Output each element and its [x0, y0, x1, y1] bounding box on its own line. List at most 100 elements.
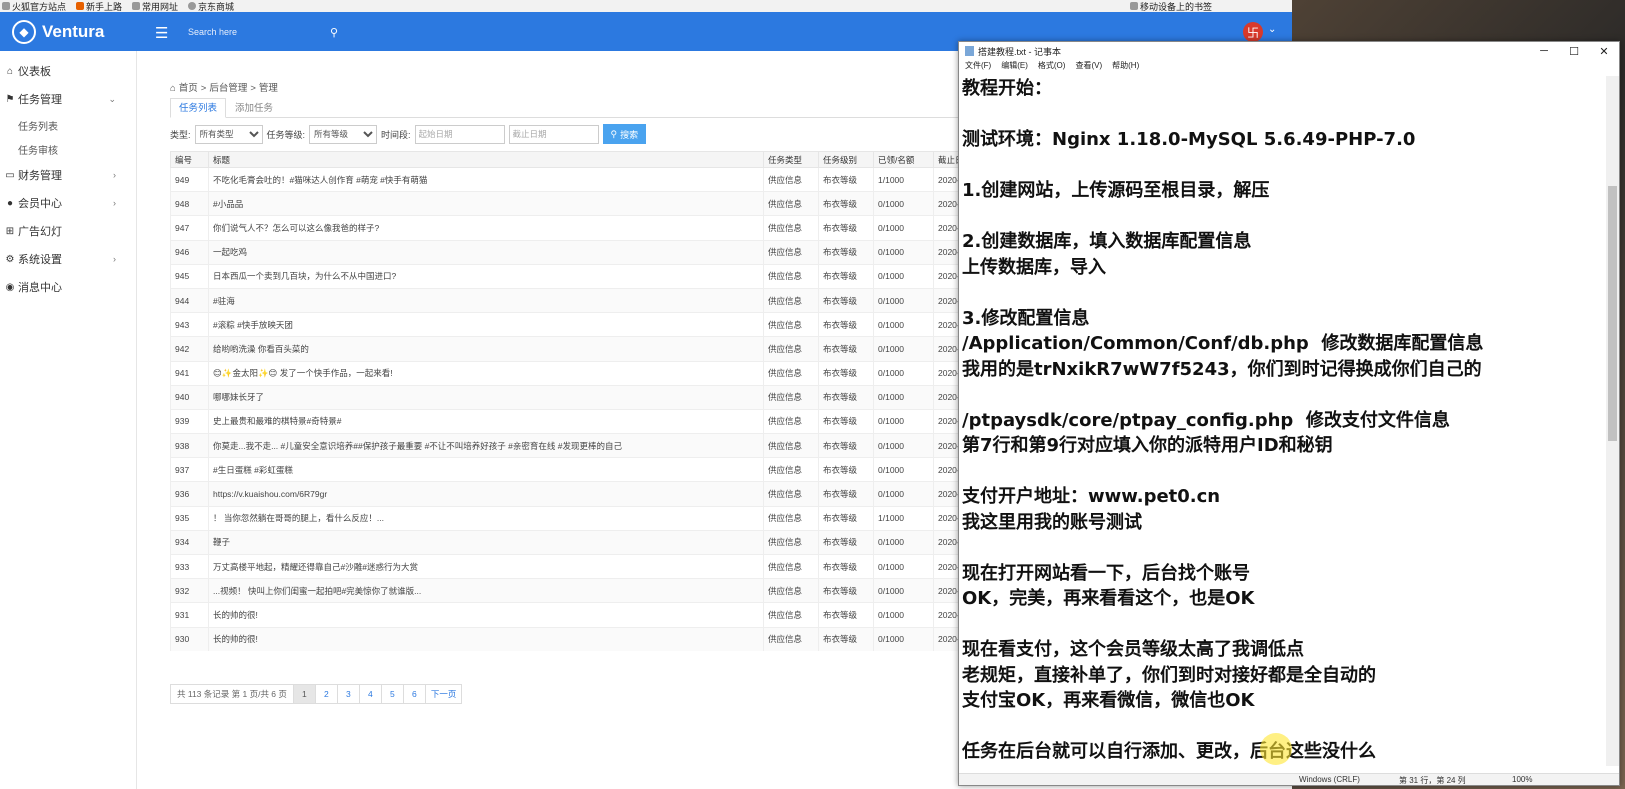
notepad-text-area[interactable]: 教程开始： 测试环境：Nginx 1.18.0-MySQL 5.6.49-PHP… — [962, 76, 1607, 766]
close-button[interactable]: ✕ — [1589, 45, 1619, 58]
chevron-down-icon[interactable]: ⌄ — [1268, 24, 1276, 35]
sidebar-item-members[interactable]: ● 会员中心 › — [0, 189, 136, 217]
table-cell: 944 — [170, 287, 209, 313]
table-cell: 供应信息 — [763, 457, 819, 482]
type-select[interactable]: 所有类型 — [194, 124, 263, 144]
table-cell: 一起吃鸡 — [208, 239, 764, 265]
page-5[interactable]: 5 — [382, 685, 404, 703]
table-cell: 供应信息 — [763, 215, 819, 241]
menu-help[interactable]: 帮助(H) — [1112, 60, 1139, 74]
search-button[interactable]: ⚲ 搜索 — [602, 124, 647, 144]
menu-format[interactable]: 格式(O) — [1038, 60, 1066, 74]
scrollbar-thumb[interactable] — [1608, 186, 1617, 441]
table-cell: 布衣等级 — [818, 529, 874, 555]
sidebar-item-dashboard[interactable]: ⌂ 仪表板 — [0, 57, 136, 85]
status-zoom: 100% — [1512, 775, 1533, 784]
chevron-down-icon: ⌄ — [108, 93, 116, 104]
start-date-input[interactable] — [414, 124, 505, 144]
table-cell: 长的帅的很! — [208, 626, 764, 652]
page-2[interactable]: 2 — [316, 685, 338, 703]
table-cell: 😊✨金太阳✨😊 发了一个快手作品，一起来看! — [208, 360, 764, 386]
bookmark-item[interactable]: 新手上路 — [76, 0, 122, 12]
menu-toggle-icon[interactable]: ☰ — [155, 24, 168, 42]
minimize-button[interactable]: ─ — [1529, 45, 1559, 58]
search-icon[interactable]: ⚲ — [330, 26, 338, 39]
sidebar-item-finance[interactable]: ▭ 财务管理 › — [0, 161, 136, 189]
phone-icon — [1129, 2, 1138, 10]
column-header: 任务类型 — [763, 151, 819, 168]
table-cell: ！ 当你忽然躺在哥哥的腿上，看什么反应！... — [208, 505, 764, 531]
bookmark-item[interactable]: 火狐官方站点 — [2, 0, 66, 12]
table-cell: 932 — [170, 578, 209, 603]
table-cell: https://v.kuaishou.com/6R79gr — [208, 481, 764, 507]
table-cell: 939 — [170, 408, 209, 434]
table-cell: 930 — [170, 626, 209, 652]
sidebar-item-messages[interactable]: ◉ 消息中心 — [0, 273, 136, 301]
table-cell: 935 — [170, 505, 209, 531]
tab-add-task[interactable]: 添加任务 — [226, 98, 282, 117]
page-1[interactable]: 1 — [293, 685, 316, 703]
table-cell: 946 — [170, 239, 209, 265]
table-cell: 0/1000 — [873, 191, 934, 216]
table-cell: 供应信息 — [763, 360, 819, 386]
table-cell: 供应信息 — [763, 312, 819, 337]
message-icon: ◉ — [5, 281, 15, 293]
table-cell: 鞭子 — [208, 529, 764, 555]
next-page-link[interactable]: 下一页 — [426, 685, 462, 703]
page-3[interactable]: 3 — [338, 685, 360, 703]
table-cell: 万丈高楼平地起，精耀还得靠自己#沙雕#迷惑行为大赏 — [208, 553, 764, 579]
table-cell: 供应信息 — [763, 287, 819, 313]
maximize-button[interactable]: ☐ — [1559, 45, 1589, 58]
breadcrumb-level1[interactable]: 后台管理 — [209, 83, 247, 94]
page-4[interactable]: 4 — [360, 685, 382, 703]
app-logo[interactable]: ◆ Ventura — [12, 20, 104, 44]
sidebar-item-ads[interactable]: ⊞ 广告幻灯 — [0, 217, 136, 245]
page-6[interactable]: 6 — [404, 685, 426, 703]
table-cell: 布衣等级 — [818, 287, 874, 313]
menu-edit[interactable]: 编辑(E) — [1001, 60, 1028, 74]
notepad-icon — [965, 46, 974, 56]
table-cell: #滚粽 #快手放映天团 — [208, 312, 764, 337]
table-cell: 布衣等级 — [818, 602, 874, 628]
menu-view[interactable]: 查看(V) — [1075, 60, 1102, 74]
bookmark-item[interactable]: 京东商城 — [188, 0, 234, 12]
level-select[interactable]: 所有等级 — [309, 124, 378, 144]
app-name: Ventura — [42, 22, 105, 41]
table-cell: 布衣等级 — [818, 505, 874, 531]
table-cell: 938 — [170, 433, 209, 458]
avatar[interactable]: 卐 — [1243, 22, 1263, 42]
menu-file[interactable]: 文件(F) — [965, 60, 991, 74]
table-cell: #驻海 — [208, 287, 764, 313]
vertical-scrollbar[interactable] — [1606, 76, 1619, 766]
sidebar-sub-task-review[interactable]: 任务审核 — [0, 137, 136, 161]
table-cell: 布衣等级 — [818, 215, 874, 241]
pagination: 共 113 条记录 第 1 页/共 6 页 1 2 3 4 5 6 下一页 — [170, 684, 463, 704]
notepad-titlebar[interactable]: 搭建教程.txt - 记事本 ─ ☐ ✕ — [959, 42, 1619, 60]
search-input[interactable] — [188, 27, 313, 37]
table-cell: 945 — [170, 263, 209, 289]
tab-task-list[interactable]: 任务列表 — [170, 98, 227, 118]
sidebar-item-tasks[interactable]: ⚑ 任务管理 ⌄ — [0, 85, 136, 113]
table-cell: 布衣等级 — [818, 384, 874, 410]
chevron-right-icon: › — [113, 170, 116, 180]
table-cell: 你莫走...我不走... #儿童安全意识培养##保护孩子最重要 #不让不叫培养好… — [208, 433, 764, 458]
table-cell: 布衣等级 — [818, 263, 874, 289]
sidebar-sub-task-list[interactable]: 任务列表 — [0, 113, 136, 137]
home-icon: ⌂ — [170, 83, 176, 94]
bookmarks-bar: 火狐官方站点 新手上路 常用网址 京东商城 移动设备上的书签 — [0, 0, 1292, 12]
end-date-input[interactable] — [508, 124, 599, 144]
column-header: 任务级别 — [818, 151, 874, 168]
table-cell: 0/1000 — [873, 553, 934, 579]
breadcrumb-home[interactable]: 首页 — [179, 83, 198, 94]
table-cell: 供应信息 — [763, 191, 819, 216]
table-cell: 0/1000 — [873, 408, 934, 434]
search-icon: ⚲ — [610, 128, 618, 139]
chevron-right-icon: › — [113, 254, 116, 264]
notepad-window: 搭建教程.txt - 记事本 ─ ☐ ✕ 文件(F) 编辑(E) 格式(O) 查… — [958, 41, 1620, 786]
sidebar-item-settings[interactable]: ⚙ 系统设置 › — [0, 245, 136, 273]
table-cell: 933 — [170, 553, 209, 579]
mobile-bookmarks[interactable]: 移动设备上的书签 — [1129, 0, 1212, 12]
table-cell: 供应信息 — [763, 626, 819, 652]
bookmark-item[interactable]: 常用网址 — [132, 0, 178, 12]
table-cell: 0/1000 — [873, 578, 934, 603]
